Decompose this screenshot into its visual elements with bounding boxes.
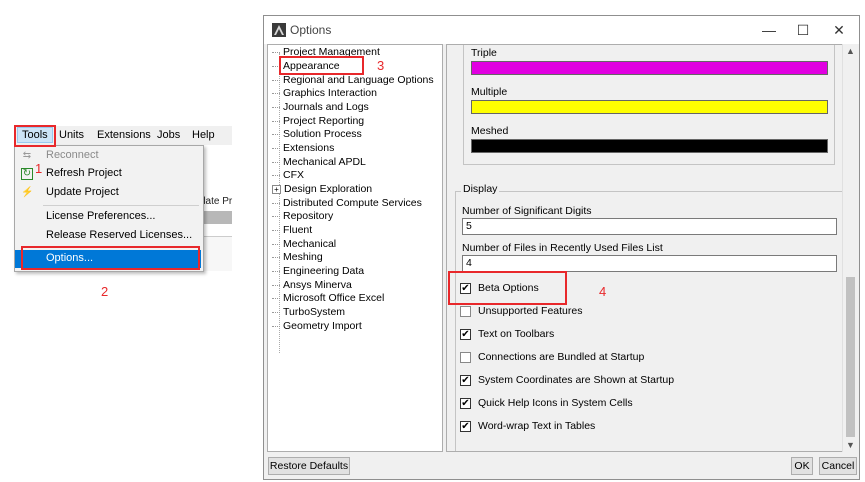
- color-label-triple: Triple: [471, 47, 497, 59]
- tree-item-mechanical-apdl[interactable]: Mechanical APDL: [272, 156, 366, 168]
- minimize-icon[interactable]: —: [752, 20, 786, 40]
- scroll-down-icon[interactable]: ▼: [846, 440, 855, 450]
- color-swatch-multiple[interactable]: [471, 100, 828, 114]
- checkbox-system-coordinates[interactable]: ✔: [460, 375, 471, 386]
- tree-item-mechanical[interactable]: Mechanical: [272, 238, 336, 250]
- checkbox-label-word-wrap[interactable]: Word-wrap Text in Tables: [478, 420, 595, 432]
- close-icon[interactable]: ✕: [822, 20, 856, 40]
- tree-item-design-exploration[interactable]: + Design Exploration: [272, 183, 372, 195]
- recent-files-input[interactable]: 4: [462, 255, 837, 272]
- sig-digits-label: Number of Significant Digits: [462, 205, 592, 217]
- checkbox-label-text-on-toolbars[interactable]: Text on Toolbars: [478, 328, 554, 340]
- scrollbar-thumb[interactable]: [846, 277, 855, 437]
- tree-item-repository[interactable]: Repository: [272, 210, 333, 222]
- menu-separator: [43, 205, 199, 206]
- tree-item-fluent[interactable]: Fluent: [272, 224, 312, 236]
- options-category-tree: Project Management Appearance Regional a…: [267, 44, 443, 452]
- menu-jobs[interactable]: Jobs: [157, 129, 180, 141]
- display-group-title: Display: [461, 183, 500, 195]
- tree-item-office-excel[interactable]: Microsoft Office Excel: [272, 292, 384, 304]
- dialog-titlebar: Options — ☐ ✕: [264, 16, 859, 44]
- tree-item-turbosystem[interactable]: TurboSystem: [272, 306, 345, 318]
- options-dialog: Options — ☐ ✕ Project Management Appeara…: [263, 15, 860, 480]
- settings-scrollbar[interactable]: ▲ ▼: [842, 44, 859, 452]
- menu-units[interactable]: Units: [59, 129, 84, 141]
- tree-item-geometry-import[interactable]: Geometry Import: [272, 320, 362, 332]
- checkbox-label-quick-help-icons[interactable]: Quick Help Icons in System Cells: [478, 397, 633, 409]
- recent-files-label: Number of Files in Recently Used Files L…: [462, 242, 663, 254]
- sig-digits-input[interactable]: 5: [462, 218, 837, 235]
- background-column-header: date Pr: [200, 196, 233, 207]
- ok-button[interactable]: OK: [791, 457, 813, 475]
- restore-defaults-button[interactable]: Restore Defaults: [268, 457, 350, 475]
- tree-item-extensions[interactable]: Extensions: [272, 142, 334, 154]
- color-settings-group: Triple Multiple Meshed: [463, 45, 835, 165]
- tree-item-meshing[interactable]: Meshing: [272, 251, 323, 263]
- lightning-icon: ⚡: [21, 187, 34, 198]
- menu-extensions[interactable]: Extensions: [97, 129, 151, 141]
- checkbox-label-system-coordinates[interactable]: System Coordinates are Shown at Startup: [478, 374, 674, 386]
- color-swatch-meshed[interactable]: [471, 139, 828, 153]
- checkbox-text-on-toolbars[interactable]: ✔: [460, 329, 471, 340]
- maximize-icon[interactable]: ☐: [786, 20, 820, 40]
- annotation-number: 4: [599, 284, 607, 299]
- menu-help[interactable]: Help: [192, 129, 215, 141]
- checkbox-word-wrap[interactable]: ✔: [460, 421, 471, 432]
- checkbox-unsupported-features[interactable]: [460, 306, 471, 317]
- annotation-box-options: [21, 246, 200, 270]
- tree-item-cfx[interactable]: CFX: [272, 169, 304, 181]
- checkbox-quick-help-icons[interactable]: ✔: [460, 398, 471, 409]
- tree-item-project-reporting[interactable]: Project Reporting: [272, 115, 364, 127]
- annotation-number: 1: [35, 161, 43, 176]
- tree-item-graphics-interaction[interactable]: Graphics Interaction: [272, 87, 377, 99]
- ansys-logo-icon: [272, 23, 286, 37]
- color-label-multiple: Multiple: [471, 86, 508, 98]
- tree-item-journals-logs[interactable]: Journals and Logs: [272, 101, 369, 113]
- color-swatch-triple[interactable]: [471, 61, 828, 75]
- menu-item-refresh-project[interactable]: ↻ Refresh Project: [15, 165, 201, 183]
- annotation-box-appearance: [279, 56, 364, 75]
- reconnect-icon: ⇆: [22, 150, 32, 161]
- dialog-title: Options: [290, 23, 332, 37]
- menu-item-reconnect[interactable]: ⇆ Reconnect: [15, 147, 201, 165]
- menu-item-update-project[interactable]: ⚡ Update Project: [15, 184, 201, 202]
- menu-item-release-licenses[interactable]: Release Reserved Licenses...: [15, 227, 201, 245]
- checkbox-connections-bundled[interactable]: [460, 352, 471, 363]
- annotation-number: 2: [101, 284, 109, 299]
- tree-item-ansys-minerva[interactable]: Ansys Minerva: [272, 279, 352, 291]
- tree-item-distributed-compute[interactable]: Distributed Compute Services: [272, 197, 422, 209]
- tree-item-engineering-data[interactable]: Engineering Data: [272, 265, 364, 277]
- tree-item-regional-language[interactable]: Regional and Language Options: [272, 74, 434, 86]
- annotation-box-beta-options: [448, 271, 567, 305]
- scroll-up-icon[interactable]: ▲: [846, 46, 855, 56]
- refresh-icon: ↻: [21, 168, 33, 180]
- settings-panel: Triple Multiple Meshed Display Number of…: [446, 44, 858, 452]
- tree-item-solution-process[interactable]: Solution Process: [272, 128, 362, 140]
- checkbox-label-unsupported-features[interactable]: Unsupported Features: [478, 305, 582, 317]
- cancel-button[interactable]: Cancel: [819, 457, 857, 475]
- annotation-number: 3: [377, 58, 385, 73]
- checkbox-label-connections-bundled[interactable]: Connections are Bundled at Startup: [478, 351, 644, 363]
- expand-icon[interactable]: +: [272, 184, 281, 194]
- color-label-meshed: Meshed: [471, 125, 509, 137]
- annotation-box-tools: [14, 125, 56, 147]
- menu-item-license-preferences[interactable]: License Preferences...: [15, 208, 201, 226]
